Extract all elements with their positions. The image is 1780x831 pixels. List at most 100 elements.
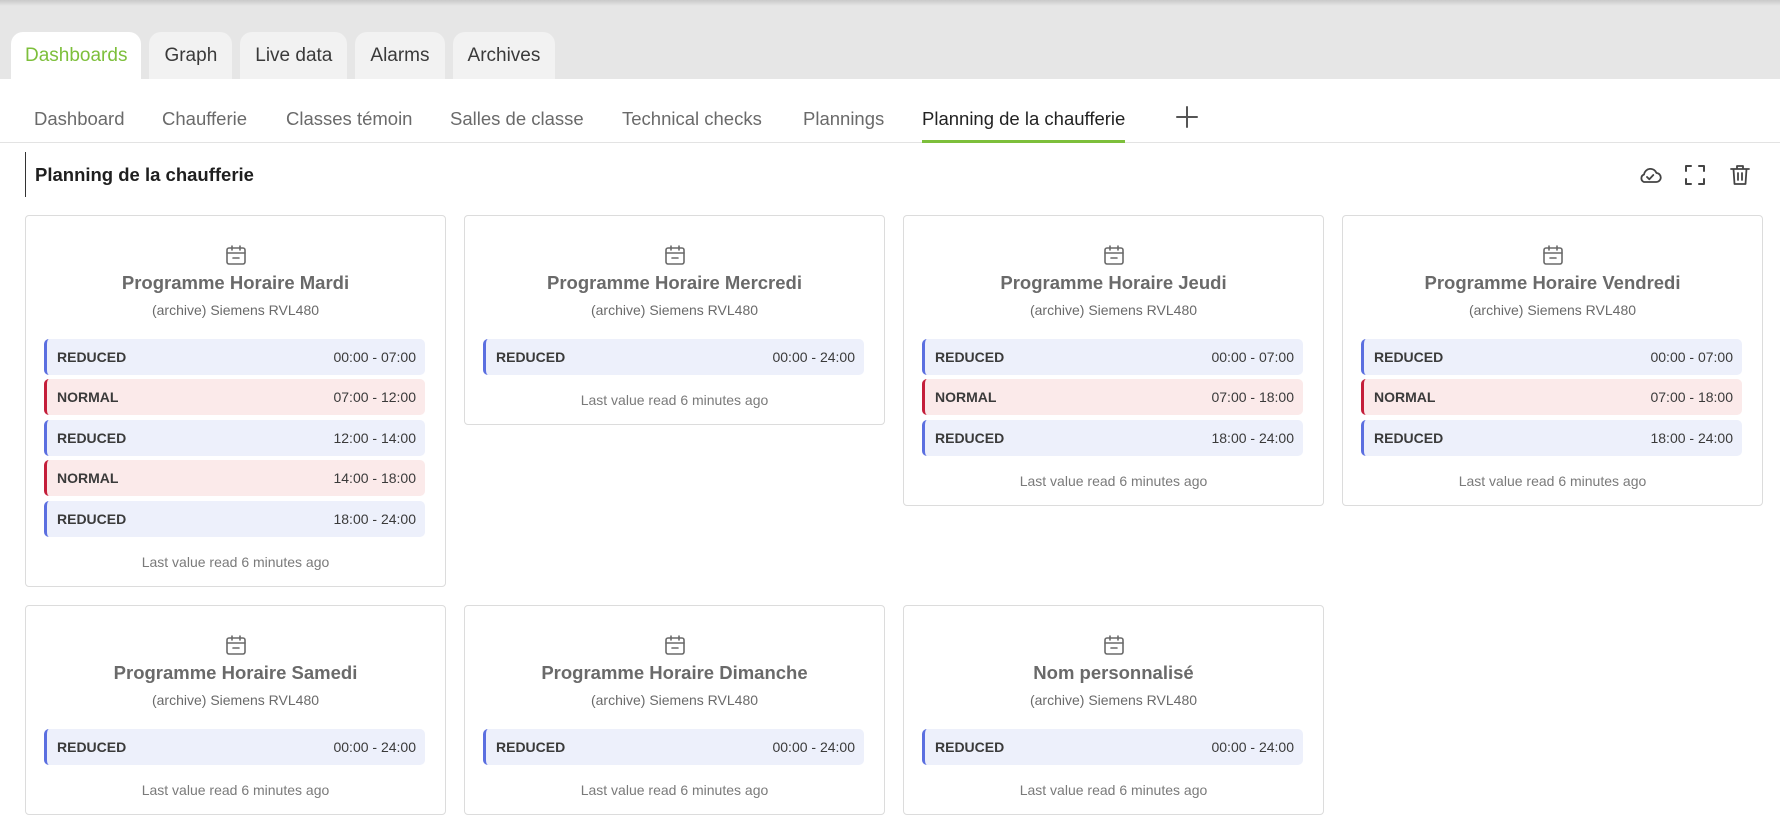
last-read-status: Last value read 6 minutes ago (1019, 473, 1208, 489)
slot-time: 00:00 - 07:00 (1211, 349, 1294, 365)
schedule-slot: REDUCED 18:00 - 24:00 (922, 420, 1303, 456)
last-read-status: Last value read 6 minutes ago (1019, 782, 1208, 798)
slot-time: 00:00 - 07:00 (1650, 349, 1733, 365)
page-title: Planning de la chaufferie (35, 163, 254, 185)
top-shadow (0, 0, 1780, 6)
subtab-plannings[interactable]: Plannings (803, 79, 884, 143)
card-subtitle: (archive) Siemens RVL480 (151, 692, 320, 708)
tab-graph[interactable]: Graph (149, 32, 233, 79)
fullscreen-icon[interactable] (1682, 162, 1708, 188)
card-title: Programme Horaire Mardi (121, 272, 350, 293)
subtab-dashboard[interactable]: Dashboard (34, 79, 125, 143)
slot-mode: NORMAL (1374, 389, 1436, 405)
slot-time: 07:00 - 18:00 (1650, 389, 1733, 405)
slot-mode: REDUCED (57, 430, 127, 446)
schedule-slot: REDUCED 00:00 - 07:00 (922, 339, 1303, 375)
schedule-slot: NORMAL 07:00 - 12:00 (44, 379, 425, 415)
slot-time: 07:00 - 18:00 (1211, 389, 1294, 405)
card-title: Programme Horaire Samedi (113, 662, 358, 683)
card-title: Nom personnalisé (1033, 662, 1194, 683)
card-subtitle: (archive) Siemens RVL480 (1029, 692, 1198, 708)
cloud-check-icon[interactable] (1637, 162, 1663, 188)
schedule-slot: NORMAL 07:00 - 18:00 (922, 379, 1303, 415)
schedule-card-mercredi: Programme Horaire Mercredi (archive) Sie… (464, 215, 885, 425)
slot-mode: NORMAL (57, 470, 119, 486)
subtab-classes-temoin[interactable]: Classes témoin (286, 79, 412, 143)
tab-live-data[interactable]: Live data (240, 32, 348, 79)
schedule-slot: NORMAL 07:00 - 18:00 (1361, 379, 1742, 415)
slot-mode: REDUCED (935, 739, 1005, 755)
schedule-card-custom: Nom personnalisé (archive) Siemens RVL48… (903, 605, 1324, 815)
slot-time: 14:00 - 18:00 (333, 470, 416, 486)
schedule-slot: REDUCED 00:00 - 24:00 (44, 729, 425, 765)
slot-time: 12:00 - 14:00 (333, 430, 416, 446)
schedule-slot: REDUCED 00:00 - 07:00 (1361, 339, 1742, 375)
schedule-card-jeudi: Programme Horaire Jeudi (archive) Siemen… (903, 215, 1324, 506)
schedule-card-vendredi: Programme Horaire Vendredi (archive) Sie… (1342, 215, 1763, 506)
card-subtitle: (archive) Siemens RVL480 (151, 302, 320, 318)
tab-archives[interactable]: Archives (452, 32, 556, 79)
schedule-slot: REDUCED 00:00 - 24:00 (922, 729, 1303, 765)
calendar-icon (224, 243, 248, 267)
calendar-icon (1102, 243, 1126, 267)
schedule-slot: REDUCED 00:00 - 07:00 (44, 339, 425, 375)
slot-mode: REDUCED (57, 349, 127, 365)
schedule-card-dimanche: Programme Horaire Dimanche (archive) Sie… (464, 605, 885, 815)
card-title: Programme Horaire Mercredi (547, 272, 802, 293)
subtab-salles-de-classe[interactable]: Salles de classe (450, 79, 584, 143)
calendar-icon (1541, 243, 1565, 267)
schedule-card-samedi: Programme Horaire Samedi (archive) Sieme… (25, 605, 446, 815)
slot-time: 18:00 - 24:00 (1650, 430, 1733, 446)
slot-mode: REDUCED (1374, 349, 1444, 365)
subtab-planning-de-la-chaufferie[interactable]: Planning de la chaufferie (922, 79, 1126, 143)
last-read-status: Last value read 6 minutes ago (141, 554, 330, 570)
last-read-status: Last value read 6 minutes ago (580, 392, 769, 408)
slot-time: 00:00 - 24:00 (333, 739, 416, 755)
top-navigation-bar: Dashboards Graph Live data Alarms Archiv… (0, 0, 1780, 79)
schedule-slot: REDUCED 18:00 - 24:00 (44, 501, 425, 537)
card-subtitle: (archive) Siemens RVL480 (590, 692, 759, 708)
schedule-slot: REDUCED 00:00 - 24:00 (483, 339, 864, 375)
slot-time: 00:00 - 24:00 (772, 739, 855, 755)
slot-time: 00:00 - 07:00 (333, 349, 416, 365)
slot-mode: REDUCED (57, 739, 127, 755)
calendar-icon (663, 633, 687, 657)
card-title: Programme Horaire Jeudi (1000, 272, 1227, 293)
last-read-status: Last value read 6 minutes ago (580, 782, 769, 798)
add-tab-icon[interactable] (1174, 104, 1200, 130)
slot-mode: REDUCED (496, 739, 566, 755)
schedule-slot: REDUCED 12:00 - 14:00 (44, 420, 425, 456)
slot-time: 00:00 - 24:00 (772, 349, 855, 365)
slot-time: 18:00 - 24:00 (333, 511, 416, 527)
calendar-icon (224, 633, 248, 657)
calendar-icon (663, 243, 687, 267)
card-subtitle: (archive) Siemens RVL480 (1029, 302, 1198, 318)
tab-alarms[interactable]: Alarms (355, 32, 445, 79)
slot-mode: REDUCED (57, 511, 127, 527)
subtab-chaufferie[interactable]: Chaufferie (162, 79, 247, 143)
last-read-status: Last value read 6 minutes ago (141, 782, 330, 798)
slot-mode: REDUCED (935, 430, 1005, 446)
slot-mode: REDUCED (935, 349, 1005, 365)
slot-mode: REDUCED (1374, 430, 1444, 446)
subtab-technical-checks[interactable]: Technical checks (622, 79, 762, 143)
trash-icon[interactable] (1727, 162, 1753, 188)
slot-mode: NORMAL (935, 389, 997, 405)
schedule-slot: REDUCED 00:00 - 24:00 (483, 729, 864, 765)
tab-dashboards[interactable]: Dashboards (11, 32, 142, 79)
slot-time: 18:00 - 24:00 (1211, 430, 1294, 446)
slot-time: 07:00 - 12:00 (333, 389, 416, 405)
last-read-status: Last value read 6 minutes ago (1458, 473, 1647, 489)
main-tabs: Dashboards Graph Live data Alarms Archiv… (11, 32, 556, 79)
dashboard-tabs: Dashboard Chaufferie Classes témoin Sall… (0, 79, 1780, 143)
page-header: Planning de la chaufferie (25, 152, 254, 197)
schedule-card-mardi: Programme Horaire Mardi (archive) Siemen… (25, 215, 446, 587)
card-subtitle: (archive) Siemens RVL480 (590, 302, 759, 318)
slot-time: 00:00 - 24:00 (1211, 739, 1294, 755)
card-subtitle: (archive) Siemens RVL480 (1468, 302, 1637, 318)
card-title: Programme Horaire Vendredi (1424, 272, 1681, 293)
schedule-slot: REDUCED 18:00 - 24:00 (1361, 420, 1742, 456)
calendar-icon (1102, 633, 1126, 657)
slot-mode: NORMAL (57, 389, 119, 405)
card-title: Programme Horaire Dimanche (541, 662, 808, 683)
